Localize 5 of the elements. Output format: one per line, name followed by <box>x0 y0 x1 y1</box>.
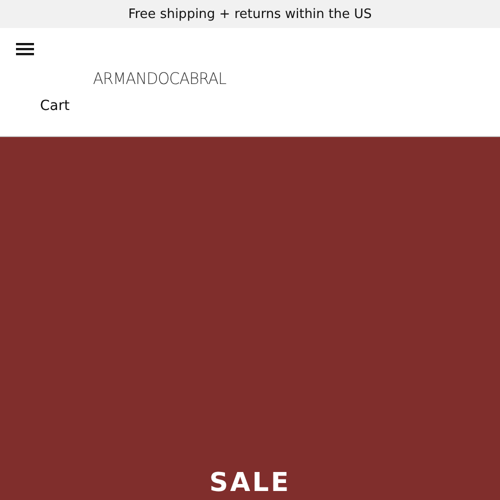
menu-icon[interactable] <box>16 42 34 56</box>
cart-link[interactable]: Cart <box>40 98 70 114</box>
hero-title: SALE <box>209 469 291 498</box>
brand-logo[interactable]: ARMANDOCABRAL <box>93 69 226 88</box>
announcement-text: Free shipping + returns within the US <box>128 6 372 22</box>
